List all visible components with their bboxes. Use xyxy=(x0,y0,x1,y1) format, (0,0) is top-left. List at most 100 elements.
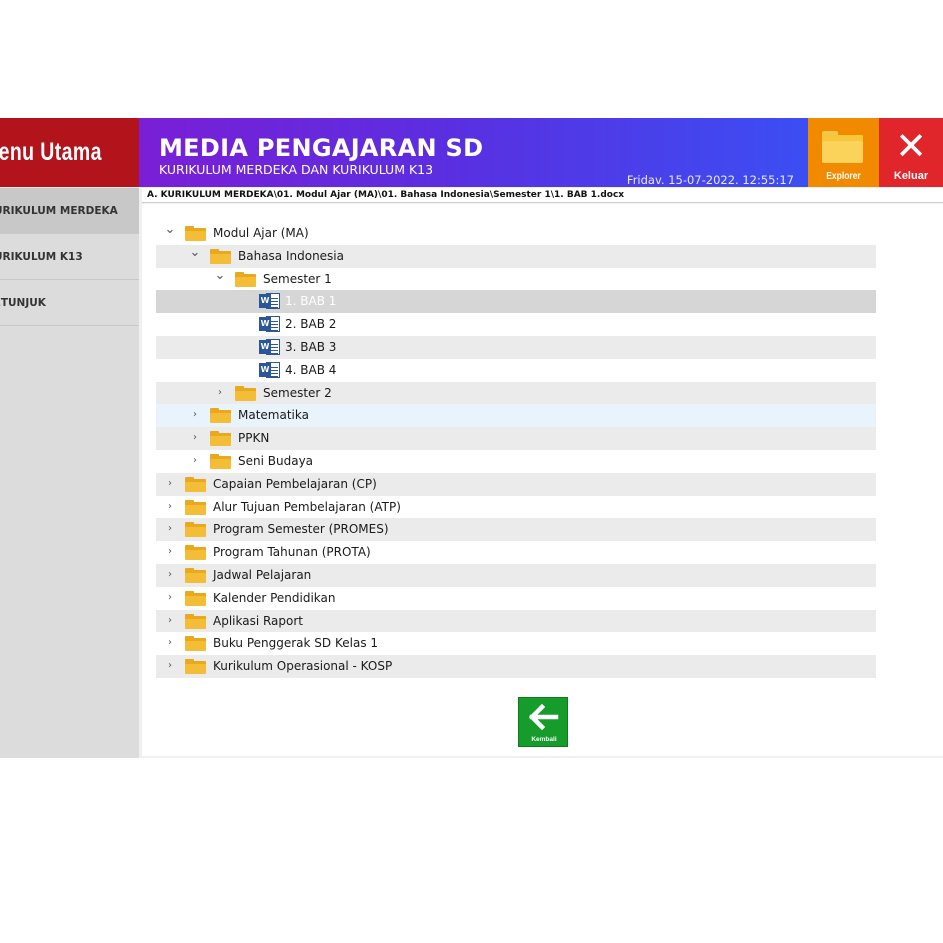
sidebar-item-kurikulum-k13[interactable]: KURIKULUM K13 xyxy=(0,234,139,280)
tree-item-folder[interactable]: › Program Tahunan (PROTA) xyxy=(156,541,876,564)
chevron-right-icon[interactable]: › xyxy=(189,450,201,473)
folder-icon xyxy=(185,590,206,606)
chevron-right-icon[interactable]: › xyxy=(164,496,176,519)
kembali-button[interactable]: Kembali xyxy=(518,697,568,747)
tree-item-folder[interactable]: › Kurikulum Operasional - KOSP xyxy=(156,655,876,678)
tree-item-folder[interactable]: › Alur Tujuan Pembelajaran (ATP) xyxy=(156,496,876,519)
word-document-icon: W xyxy=(259,338,281,356)
folder-icon xyxy=(210,431,231,447)
tree-item-folder[interactable]: › Seni Budaya xyxy=(156,450,876,473)
tree-item-folder[interactable]: › PPKN xyxy=(156,427,876,450)
file-path-bar: A. KURIKULUM MERDEKA\01. Modul Ajar (MA)… xyxy=(142,188,943,203)
keluar-button[interactable]: ✕ Keluar xyxy=(879,118,943,187)
tree-item-document[interactable]: W 2. BAB 2 xyxy=(156,313,876,336)
tree-item-folder[interactable]: › Semester 2 xyxy=(156,381,876,405)
tree-item-folder[interactable]: › Matematika xyxy=(156,404,876,428)
arrow-left-icon xyxy=(529,704,559,730)
tree-item-label: Aplikasi Raport xyxy=(213,613,304,628)
datetime-label: Fridav. 15-07-2022. 12:55:17 xyxy=(626,173,794,187)
tree-item-label: Kalender Pendidikan xyxy=(213,590,336,605)
folder-icon xyxy=(210,408,231,424)
tree-item-folder[interactable]: › Program Semester (PROMES) xyxy=(156,518,876,542)
tree-item-folder[interactable]: › Jadwal Pelajaran xyxy=(156,563,876,587)
tree-item-label: Program Tahunan (PROTA) xyxy=(213,545,371,560)
folder-icon xyxy=(185,499,206,515)
tree-item-document[interactable]: W 4. BAB 4 xyxy=(156,359,876,382)
folder-icon xyxy=(210,453,231,469)
chevron-right-icon[interactable]: › xyxy=(164,632,176,655)
tree-item-folder[interactable]: › Buku Penggerak SD Kelas 1 xyxy=(156,632,876,655)
app-subtitle: KURIKULUM MERDEKA DAN KURIKULUM K13 xyxy=(159,162,434,177)
tree-item-label: Jadwal Pelajaran xyxy=(213,567,312,582)
tree-item-label: Semester 1 xyxy=(263,271,332,286)
tree-item-label: 3. BAB 3 xyxy=(285,339,337,354)
folder-icon xyxy=(235,271,256,287)
chevron-down-icon[interactable]: ⌄ xyxy=(164,222,176,245)
sidebar-item-petunjuk[interactable]: PETUNJUK xyxy=(0,280,139,326)
tree-item-label: 2. BAB 2 xyxy=(285,317,337,332)
chevron-right-icon[interactable]: › xyxy=(164,473,176,496)
folder-icon xyxy=(185,613,206,629)
folder-icon xyxy=(185,226,206,241)
chevron-right-icon[interactable]: › xyxy=(164,541,176,564)
sidebar-item-label: KURIKULUM K13 xyxy=(0,251,83,263)
tree-item-label: 1. BAB 1 xyxy=(285,294,337,309)
sidebar-item-label: KURIKULUM MERDEKA xyxy=(0,205,118,217)
folder-icon xyxy=(185,659,206,675)
folder-icon xyxy=(185,522,206,538)
explorer-button[interactable]: Explorer xyxy=(808,118,879,187)
explorer-label: Explorer xyxy=(826,171,861,182)
folder-icon xyxy=(185,476,206,492)
tree-item-folder[interactable]: › Aplikasi Raport xyxy=(156,609,876,633)
chevron-right-icon[interactable]: › xyxy=(214,382,226,405)
keluar-label: Keluar xyxy=(893,170,929,182)
tree-item-folder[interactable]: › Kalender Pendidikan xyxy=(156,587,876,610)
folder-icon xyxy=(185,567,206,583)
tree-item-label: Matematika xyxy=(238,408,309,423)
folder-icon xyxy=(185,545,206,561)
chevron-right-icon[interactable]: › xyxy=(164,587,176,610)
tree-item-label: Buku Penggerak SD Kelas 1 xyxy=(213,636,379,651)
chevron-right-icon[interactable]: › xyxy=(189,427,201,450)
sidebar-item-label: PETUNJUK xyxy=(0,297,46,309)
sidebar: KURIKULUM MERDEKA KURIKULUM K13 PETUNJUK xyxy=(0,188,139,758)
chevron-right-icon[interactable]: › xyxy=(164,518,176,541)
chevron-down-icon[interactable]: ⌄ xyxy=(214,268,226,291)
kembali-label: Kembali xyxy=(531,736,557,743)
tree-item-label: PPKN xyxy=(238,431,270,446)
tree-item-folder[interactable]: ⌄ Semester 1 xyxy=(156,268,876,291)
tree-item-document[interactable]: W 1. BAB 1 xyxy=(156,290,876,314)
folder-icon xyxy=(235,385,256,401)
folder-icon xyxy=(185,636,206,652)
tree-item-folder[interactable]: › Capaian Pembelajaran (CP) xyxy=(156,472,876,496)
app-banner: MEDIA PENGAJARAN SD KURIKULUM MERDEKA DA… xyxy=(139,118,808,187)
word-document-icon: W xyxy=(259,292,281,310)
chevron-right-icon[interactable]: › xyxy=(189,404,201,427)
word-document-icon: W xyxy=(259,315,281,333)
tree-item-folder[interactable]: ⌄ Modul Ajar (MA) xyxy=(156,222,876,245)
menu-utama-label: Menu Utama xyxy=(0,138,102,166)
app-title: MEDIA PENGAJARAN SD xyxy=(159,134,484,162)
tree-item-label: Bahasa Indonesia xyxy=(238,248,344,263)
word-document-icon: W xyxy=(259,361,281,379)
tree-item-folder[interactable]: ⌄ Bahasa Indonesia xyxy=(156,244,876,268)
tree-item-label: 4. BAB 4 xyxy=(285,362,337,377)
chevron-right-icon[interactable]: › xyxy=(164,610,176,633)
app-window: Menu Utama MEDIA PENGAJARAN SD KURIKULUM… xyxy=(0,118,943,758)
tree-item-label: Capaian Pembelajaran (CP) xyxy=(213,476,377,491)
folder-icon xyxy=(210,248,231,264)
chevron-down-icon[interactable]: ⌄ xyxy=(189,245,201,268)
content-panel: ⌄ Modul Ajar (MA) ⌄ Bahasa Indonesia ⌄ Semest… xyxy=(142,204,943,756)
chevron-right-icon[interactable]: › xyxy=(164,655,176,678)
sidebar-item-kurikulum-merdeka[interactable]: KURIKULUM MERDEKA xyxy=(0,188,139,234)
tree-item-label: Program Semester (PROMES) xyxy=(213,522,389,537)
folder-icon xyxy=(822,131,863,163)
menu-utama-header[interactable]: Menu Utama xyxy=(0,118,139,187)
tree-item-document[interactable]: W 3. BAB 3 xyxy=(156,335,876,359)
close-icon: ✕ xyxy=(895,124,927,168)
tree-item-label: Seni Budaya xyxy=(238,453,314,468)
tree-item-label: Semester 2 xyxy=(263,385,332,400)
tree-item-label: Modul Ajar (MA) xyxy=(213,226,309,240)
chevron-right-icon[interactable]: › xyxy=(164,564,176,587)
file-tree: ⌄ Modul Ajar (MA) ⌄ Bahasa Indonesia ⌄ Semest… xyxy=(156,222,876,678)
